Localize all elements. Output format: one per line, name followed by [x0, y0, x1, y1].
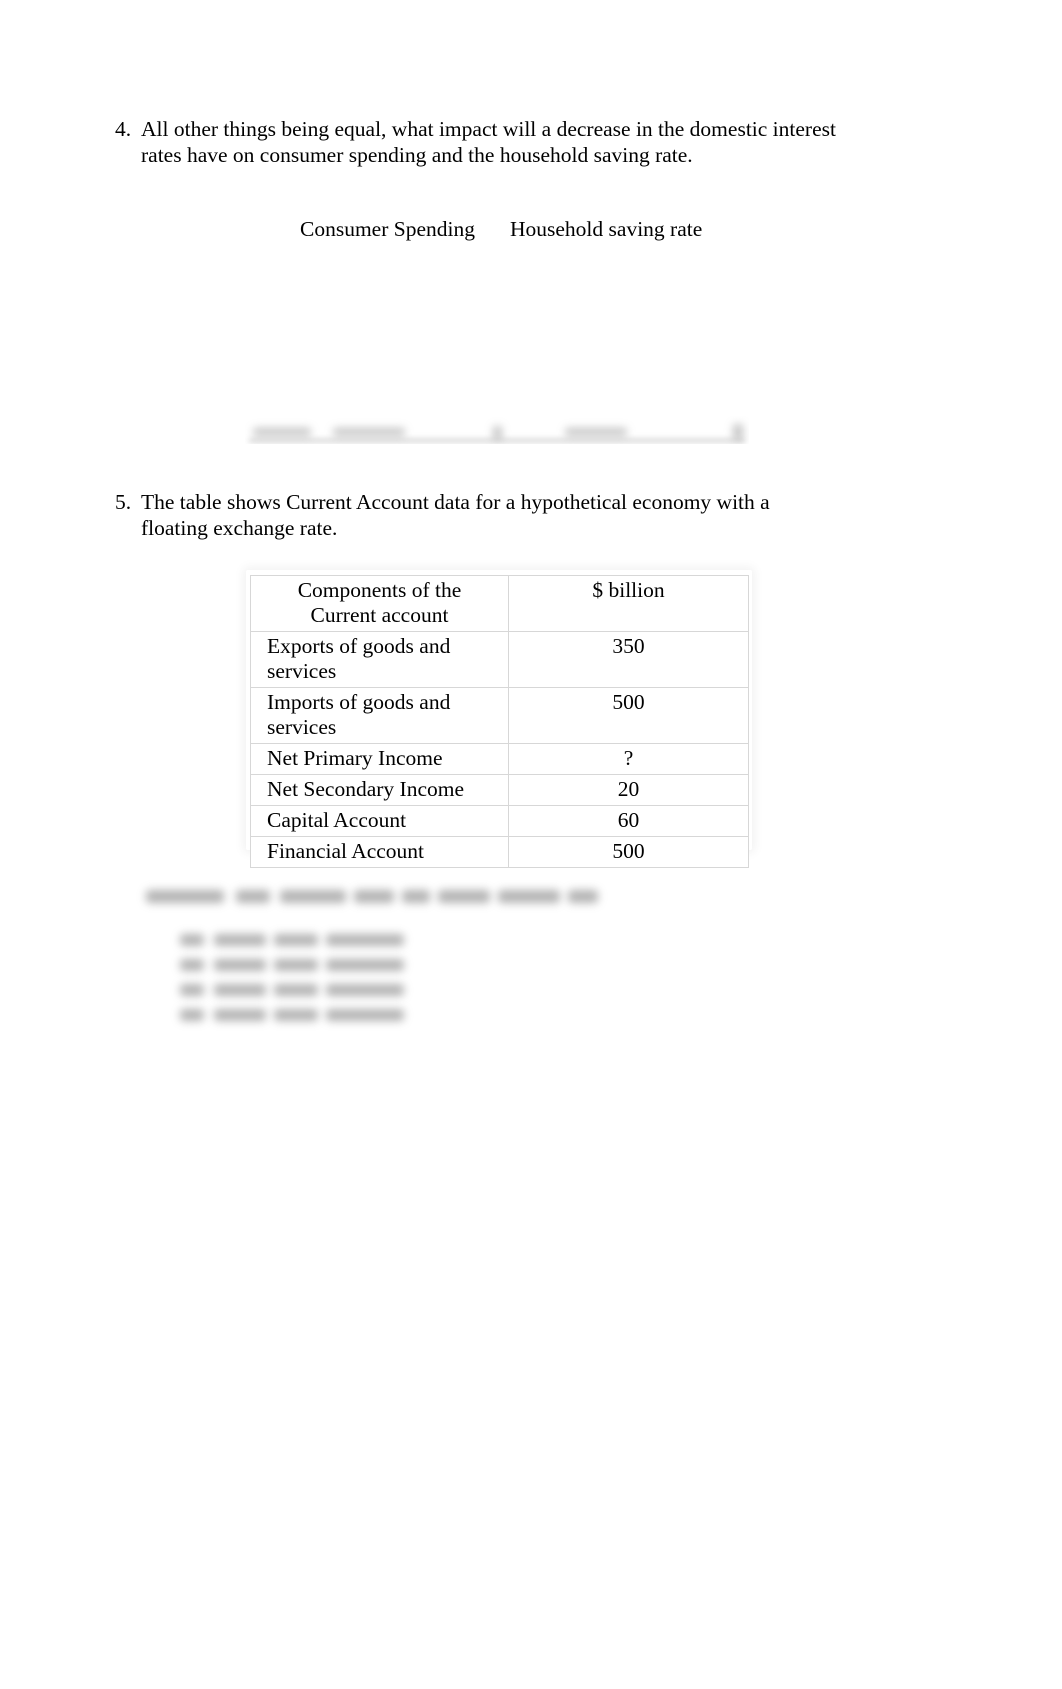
document-page: 4. All other things being equal, what im… [0, 0, 1062, 1689]
table-cell-component: Capital Account [250, 805, 509, 837]
table-row: Net Secondary Income 20 [250, 774, 749, 806]
blurred-option-label [180, 959, 204, 971]
blurred-text-fragment [326, 959, 404, 971]
table-cell-component: Financial Account [250, 836, 509, 868]
blurred-text-fragment [274, 934, 318, 946]
table-row: Net Primary Income ? [250, 743, 749, 775]
blurred-text-fragment [214, 959, 266, 971]
table-header-row: Components of the Current account $ bill… [250, 575, 749, 632]
table-cell-value: 500 [508, 836, 749, 868]
blurred-text-fragment [402, 890, 430, 903]
blurred-text-fragment [565, 428, 627, 436]
table-header-component: Components of the Current account [250, 575, 509, 632]
blurred-text-fragment [326, 984, 404, 996]
blurred-option-label [180, 984, 204, 996]
question-4-text: All other things being equal, what impac… [141, 117, 836, 167]
table-body: Components of the Current account $ bill… [250, 575, 749, 868]
table-cell-component: Imports of goods and services [250, 687, 509, 744]
question-4-block: 4. All other things being equal, what im… [115, 116, 855, 168]
blurred-rule-line [249, 439, 745, 442]
question-5-text: The table shows Current Account data for… [141, 490, 770, 540]
table-cell-value: 20 [508, 774, 749, 806]
blurred-text-fragment [214, 1009, 266, 1021]
current-account-table-wrapper: Components of the Current account $ bill… [250, 575, 749, 868]
blurred-option-label [180, 934, 204, 946]
table-cell-component: Net Primary Income [250, 743, 509, 775]
blurred-text-fragment [326, 1009, 404, 1021]
blurred-text-fragment [498, 890, 560, 903]
table-cell-component: Net Secondary Income [250, 774, 509, 806]
table-cell-value: 500 [508, 687, 749, 744]
question-4-row: 4. All other things being equal, what im… [115, 116, 855, 168]
blurred-text-fragment [333, 428, 405, 436]
question-5-blurred-area: blurred question line four blurred multi… [140, 884, 700, 1034]
question-4-answer-area-note: blurred answer option grid [245, 416, 246, 417]
blurred-text-fragment [274, 984, 318, 996]
table-row: Exports of goods and services 350 [250, 631, 749, 688]
column-header-consumer-spending: Consumer Spending [300, 217, 475, 241]
question-4-number: 4. [115, 117, 132, 141]
table-cell-value: 60 [508, 805, 749, 837]
blurred-text-fragment [236, 890, 270, 903]
blurred-option-label [180, 1009, 204, 1021]
blurred-text-fragment [326, 934, 404, 946]
blurred-text-fragment [438, 890, 490, 903]
table-cell-value: ? [508, 743, 749, 775]
table-cell-component: Exports of goods and services [250, 631, 509, 688]
question-5-options-note: four blurred multiple-choice options [140, 884, 141, 885]
question-5-row: 5. The table shows Current Account data … [115, 489, 815, 541]
blurred-text-fragment [214, 934, 266, 946]
table-row: Capital Account 60 [250, 805, 749, 837]
table-header-value: $ billion [508, 575, 749, 632]
table-row: Financial Account 500 [250, 836, 749, 868]
blurred-text-fragment [493, 426, 502, 440]
blurred-text-fragment [733, 424, 743, 440]
question-5-block: 5. The table shows Current Account data … [115, 489, 815, 541]
column-header-household-saving-rate: Household saving rate [510, 217, 703, 241]
question-5-number: 5. [115, 490, 132, 514]
question-4-column-headers: Consumer Spending Household saving rate [300, 216, 760, 242]
blurred-text-fragment [354, 890, 394, 903]
question-4-blurred-answer-area: blurred answer option grid [245, 416, 749, 444]
table-row: Imports of goods and services 500 [250, 687, 749, 744]
blurred-text-fragment [253, 428, 311, 436]
blurred-text-fragment [274, 1009, 318, 1021]
blurred-text-fragment [146, 890, 224, 903]
blurred-text-fragment [568, 890, 598, 903]
blurred-text-fragment [274, 959, 318, 971]
table-cell-value: 350 [508, 631, 749, 688]
blurred-text-fragment [280, 890, 346, 903]
blurred-text-fragment [214, 984, 266, 996]
question-5-prompt-note: blurred question line [140, 884, 141, 885]
current-account-table: Components of the Current account $ bill… [250, 575, 749, 868]
